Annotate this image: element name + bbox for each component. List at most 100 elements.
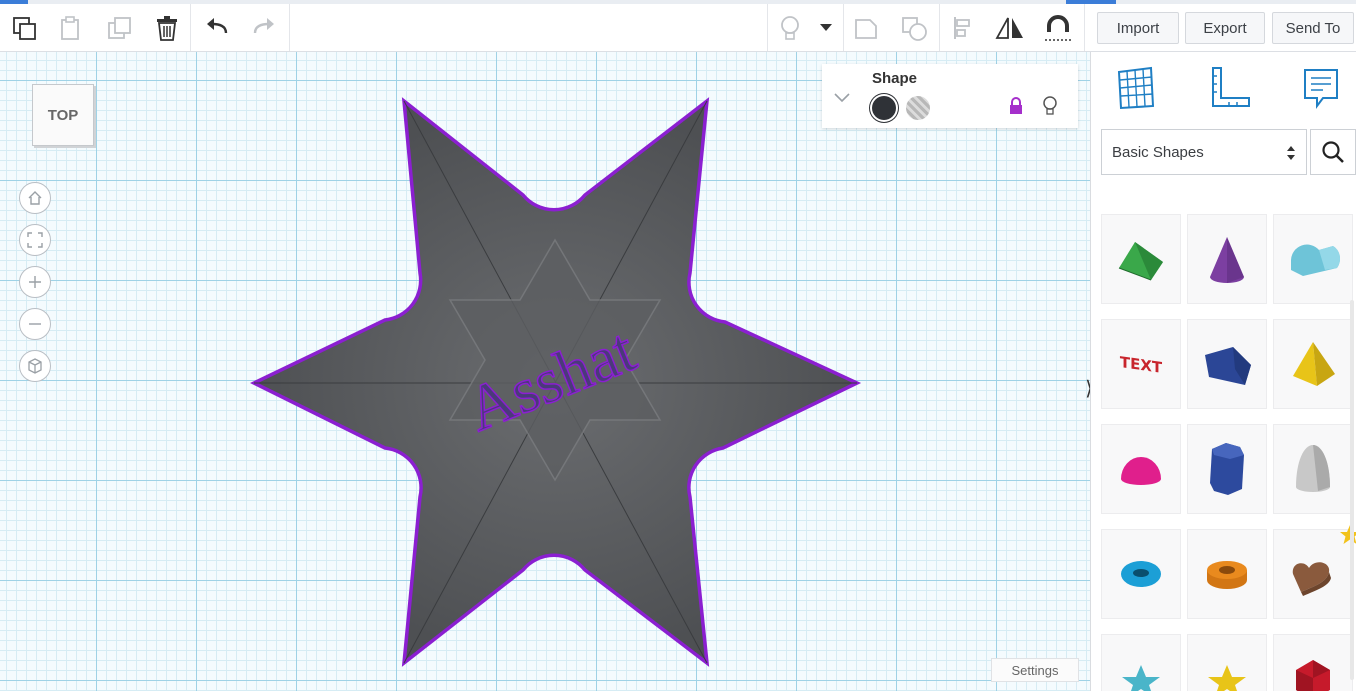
zoom-out-button[interactable]: [19, 308, 51, 340]
shape-tile-paraboloid[interactable]: [1273, 424, 1353, 514]
undo-icon: [207, 18, 228, 34]
align-icon: [954, 17, 970, 39]
shape-gallery: TEXT: [1101, 184, 1356, 691]
ruler-tool-button[interactable]: [1205, 64, 1253, 112]
show-all-dropdown[interactable]: [809, 11, 843, 45]
paraboloid-shape-icon: [1296, 445, 1330, 492]
duplicate-icon: [108, 17, 131, 39]
search-icon: [1322, 141, 1344, 163]
lightbulb-icon[interactable]: [1042, 96, 1058, 116]
view-cube-face-label: TOP: [47, 106, 79, 124]
heart-shape-icon: [1292, 562, 1331, 596]
shape-tile-torus[interactable]: [1101, 529, 1181, 619]
hexagonal-prism-shape-icon: [1210, 443, 1244, 495]
align-button[interactable]: [947, 11, 981, 45]
notes-tool-button[interactable]: [1297, 64, 1345, 112]
ungroup-button[interactable]: [897, 11, 931, 45]
paste-icon: [61, 16, 79, 40]
half-sphere-shape-icon: [1121, 457, 1161, 485]
delete-button[interactable]: [150, 11, 184, 45]
round-roof-shape-icon: [1291, 244, 1341, 276]
roof-shape-icon: [1118, 242, 1163, 281]
view-cube[interactable]: TOP: [32, 84, 94, 146]
solid-color-swatch[interactable]: [872, 96, 896, 120]
undo-button[interactable]: [200, 11, 234, 45]
chevron-down-icon[interactable]: [834, 92, 850, 104]
settings-button[interactable]: Settings: [991, 658, 1079, 682]
shape-tile-star[interactable]: [1101, 634, 1181, 691]
show-all-button[interactable]: [773, 11, 807, 45]
toolbar-divider: [1084, 4, 1085, 51]
duplicate-button[interactable]: [103, 11, 137, 45]
shuriken-shape[interactable]: Asshat: [0, 52, 1090, 691]
shape-tile-polygon[interactable]: [1187, 319, 1267, 409]
magnet-icon: [1045, 15, 1071, 41]
star-yellow-shape-icon: [1208, 665, 1246, 691]
search-button[interactable]: [1310, 129, 1356, 175]
ruler-icon: [1212, 67, 1250, 107]
home-icon: [28, 191, 42, 205]
toolbar-divider: [289, 4, 290, 51]
shape-tile-tube[interactable]: [1187, 529, 1267, 619]
lock-icon[interactable]: [1008, 97, 1024, 115]
star-shape-icon: [1122, 665, 1160, 691]
hole-swatch[interactable]: [906, 96, 930, 120]
shape-category-select[interactable]: Basic Shapes: [1101, 129, 1307, 175]
cone-shape-icon: [1210, 237, 1244, 283]
copy-workplane-button[interactable]: [7, 11, 41, 45]
import-button[interactable]: Import: [1097, 12, 1179, 44]
shape-tile-hexagonal-prism[interactable]: [1187, 424, 1267, 514]
perspective-button[interactable]: [19, 350, 51, 382]
paste-button[interactable]: [53, 11, 87, 45]
shapes-sidebar: Basic Shapes TEXT: [1090, 52, 1356, 691]
shape-tile-icosahedron[interactable]: [1273, 634, 1353, 691]
trash-icon: [157, 16, 177, 41]
svg-text:TEXT: TEXT: [1120, 353, 1163, 377]
pyramid-shape-icon: [1293, 342, 1335, 386]
zoom-in-button[interactable]: [19, 266, 51, 298]
toolbar-divider: [843, 4, 844, 51]
shape-category-label: Basic Shapes: [1112, 143, 1204, 161]
redo-button[interactable]: [247, 11, 281, 45]
mirror-button[interactable]: [993, 11, 1027, 45]
shape-inspector: Shape: [822, 64, 1078, 128]
toolbar: Import Export Send To: [0, 4, 1356, 52]
sidebar-scrollbar[interactable]: [1350, 300, 1354, 680]
grid-icon: [1117, 66, 1155, 110]
shape-tile-round-roof[interactable]: [1273, 214, 1353, 304]
minus-icon: [29, 323, 41, 325]
fit-view-icon: [27, 232, 43, 248]
polygon-shape-icon: [1205, 347, 1251, 385]
home-view-button[interactable]: [19, 182, 51, 214]
shape-tile-pyramid[interactable]: [1273, 319, 1353, 409]
toolbar-divider: [939, 4, 940, 51]
torus-shape-icon: [1121, 561, 1161, 587]
shape-tile-cone[interactable]: [1187, 214, 1267, 304]
select-arrows-icon: [1287, 146, 1295, 160]
ungroup-icon: [902, 17, 927, 41]
cruise-button[interactable]: [1041, 11, 1075, 45]
lightbulb-icon: [781, 16, 799, 40]
shape-tile-text[interactable]: TEXT: [1101, 319, 1181, 409]
shape-tile-half-sphere[interactable]: [1101, 424, 1181, 514]
tube-shape-icon: [1207, 561, 1247, 589]
shape-tile-roof[interactable]: [1101, 214, 1181, 304]
text-shape-icon: TEXT: [1120, 353, 1163, 377]
shape-tile-star-yellow[interactable]: [1187, 634, 1267, 691]
send-to-button[interactable]: Send To: [1272, 12, 1354, 44]
group-icon: [855, 19, 877, 39]
toolbar-divider: [190, 4, 191, 51]
workplane-tool-button[interactable]: [1111, 64, 1159, 112]
mirror-icon: [995, 17, 1023, 39]
chevron-down-icon: [820, 24, 832, 31]
redo-icon: [253, 18, 274, 34]
copy-icon: [13, 17, 36, 40]
plus-icon: [29, 276, 41, 288]
export-button[interactable]: Export: [1185, 12, 1265, 44]
group-button[interactable]: [849, 11, 883, 45]
toolbar-divider: [767, 4, 768, 51]
cube-icon: [28, 358, 42, 374]
icosahedron-shape-icon: [1296, 660, 1330, 691]
workplane[interactable]: Asshat TOP: [0, 52, 1090, 691]
fit-view-button[interactable]: [19, 224, 51, 256]
